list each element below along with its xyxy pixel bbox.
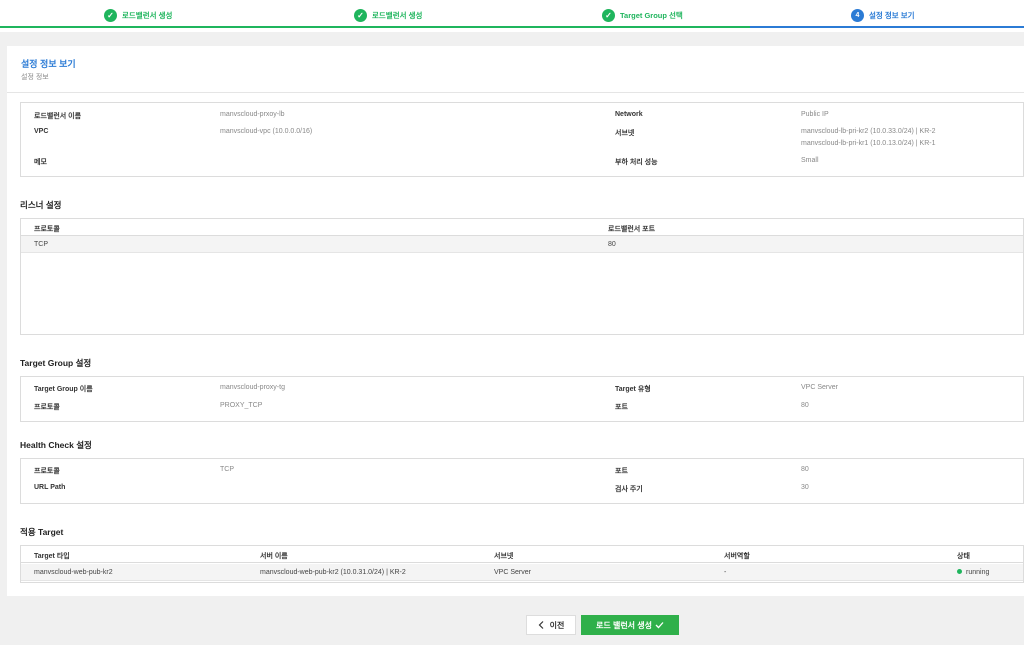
column-header: 상태 [957, 553, 970, 560]
chevron-left-icon [538, 621, 544, 629]
table-header: 프로토콜 로드밸런서 포트 [21, 219, 1023, 236]
table-header: Target 타입 서버 이름 서브넷 서버역할 상태 [21, 546, 1023, 563]
hc-interval-label: 검사 주기 [615, 486, 643, 493]
page-title: 설정 정보 보기 [21, 59, 76, 69]
vpc-label: VPC [34, 128, 49, 135]
subnet-value-1: manvscloud-lb-pri-kr2 (10.0.33.0/24) | K… [801, 128, 936, 135]
table-cell: manvscloud-web-pub-kr2 [34, 569, 113, 576]
tg-port-value: 80 [801, 402, 809, 409]
tg-type-value: VPC Server [801, 384, 838, 391]
table-cell: manvscloud-web-pub-kr2 (10.0.31.0/24) | … [260, 569, 406, 576]
applied-target-section-title: 적용 Target [20, 527, 64, 537]
tg-port-label: 포트 [615, 404, 628, 411]
tg-name-value: manvscloud-proxy-tg [220, 384, 285, 391]
hc-port-value: 80 [801, 466, 809, 473]
table-cell: - [724, 569, 727, 576]
column-header: 서브넷 [494, 553, 514, 560]
network-value: Public IP [801, 111, 829, 118]
step-label: 로드밸런서 생성 [372, 11, 423, 20]
step-3[interactable]: ✓ Target Group 선택 [500, 0, 750, 28]
step-number-icon: 4 [851, 9, 864, 22]
settings-panel: 설정 정보 보기 설정 정보 로드밸런서 이름 manvscloud-prxoy… [7, 46, 1024, 596]
listener-section-title: 리스너 설정 [20, 200, 62, 210]
wizard-stepper: ✓ 로드밸런서 생성 ✓ 로드밸런서 생성 ✓ Target Group 선택 … [0, 0, 1024, 32]
step-label: 설정 정보 보기 [869, 11, 915, 20]
memo-label: 메모 [34, 159, 47, 166]
table-row[interactable]: manvscloud-web-pub-kr2 manvscloud-web-pu… [21, 564, 1023, 581]
hc-path-label: URL Path [34, 484, 66, 491]
tg-type-label: Target 유형 [615, 386, 651, 393]
health-check-section-title: Health Check 설정 [20, 440, 92, 450]
page-subtitle: 설정 정보 [21, 74, 49, 81]
tg-protocol-value: PROXY_TCP [220, 402, 263, 409]
hc-protocol-label: 프로토콜 [34, 468, 60, 475]
check-icon: ✓ [602, 9, 615, 22]
vpc-value: manvscloud-vpc (10.0.0.0/16) [220, 128, 313, 135]
status-cell: running [957, 569, 989, 576]
perf-label: 부하 처리 성능 [615, 159, 658, 166]
check-icon [655, 621, 664, 629]
column-header: 로드밸런서 포트 [608, 226, 656, 233]
step-label: Target Group 선택 [620, 11, 683, 20]
step-label: 로드밸런서 생성 [122, 11, 173, 20]
check-icon: ✓ [104, 9, 117, 22]
table-cell: VPC Server [494, 569, 531, 576]
subnet-value-2: manvscloud-lb-pri-kr1 (10.0.13.0/24) | K… [801, 140, 936, 147]
check-icon: ✓ [354, 9, 367, 22]
tg-protocol-label: 프로토콜 [34, 404, 60, 411]
prev-button[interactable]: 이전 [526, 615, 576, 635]
prev-button-label: 이전 [549, 620, 565, 630]
health-check-box: 프로토콜 TCP 포트 80 URL Path 검사 주기 30 [20, 458, 1024, 504]
lb-info-box: 로드밸런서 이름 manvscloud-prxoy-lb Network Pub… [20, 102, 1024, 177]
column-header: Target 타입 [34, 553, 70, 560]
tg-name-label: Target Group 이름 [34, 386, 93, 393]
target-group-section-title: Target Group 설정 [20, 358, 92, 368]
column-header: 서버역할 [724, 553, 750, 560]
step-2[interactable]: ✓ 로드밸런서 생성 [250, 0, 500, 28]
lb-name-value: manvscloud-prxoy-lb [220, 111, 285, 118]
column-header: 프로토콜 [34, 226, 60, 233]
create-button-label: 로드 밸런서 생성 [596, 620, 652, 630]
applied-target-table: Target 타입 서버 이름 서브넷 서버역할 상태 manvscloud-w… [20, 545, 1024, 583]
table-row[interactable]: TCP 80 [21, 236, 1023, 253]
subnet-label: 서브넷 [615, 130, 635, 137]
table-cell: TCP [34, 241, 48, 248]
listener-table: 프로토콜 로드밸런서 포트 TCP 80 [20, 218, 1024, 335]
target-group-box: Target Group 이름 manvscloud-proxy-tg Targ… [20, 376, 1024, 422]
status-dot-icon [957, 569, 962, 574]
step-4[interactable]: 4 설정 정보 보기 [750, 0, 1024, 28]
status-text: running [966, 569, 990, 576]
create-lb-button[interactable]: 로드 밸런서 생성 [581, 615, 679, 635]
hc-port-label: 포트 [615, 468, 628, 475]
hc-interval-value: 30 [801, 484, 809, 491]
perf-value: Small [801, 157, 819, 164]
column-header: 서버 이름 [260, 553, 288, 560]
divider [7, 92, 1024, 93]
step-1[interactable]: ✓ 로드밸런서 생성 [0, 0, 250, 28]
network-label: Network [615, 111, 643, 118]
lb-name-label: 로드밸런서 이름 [34, 113, 82, 120]
table-cell: 80 [608, 241, 616, 248]
hc-protocol-value: TCP [220, 466, 234, 473]
